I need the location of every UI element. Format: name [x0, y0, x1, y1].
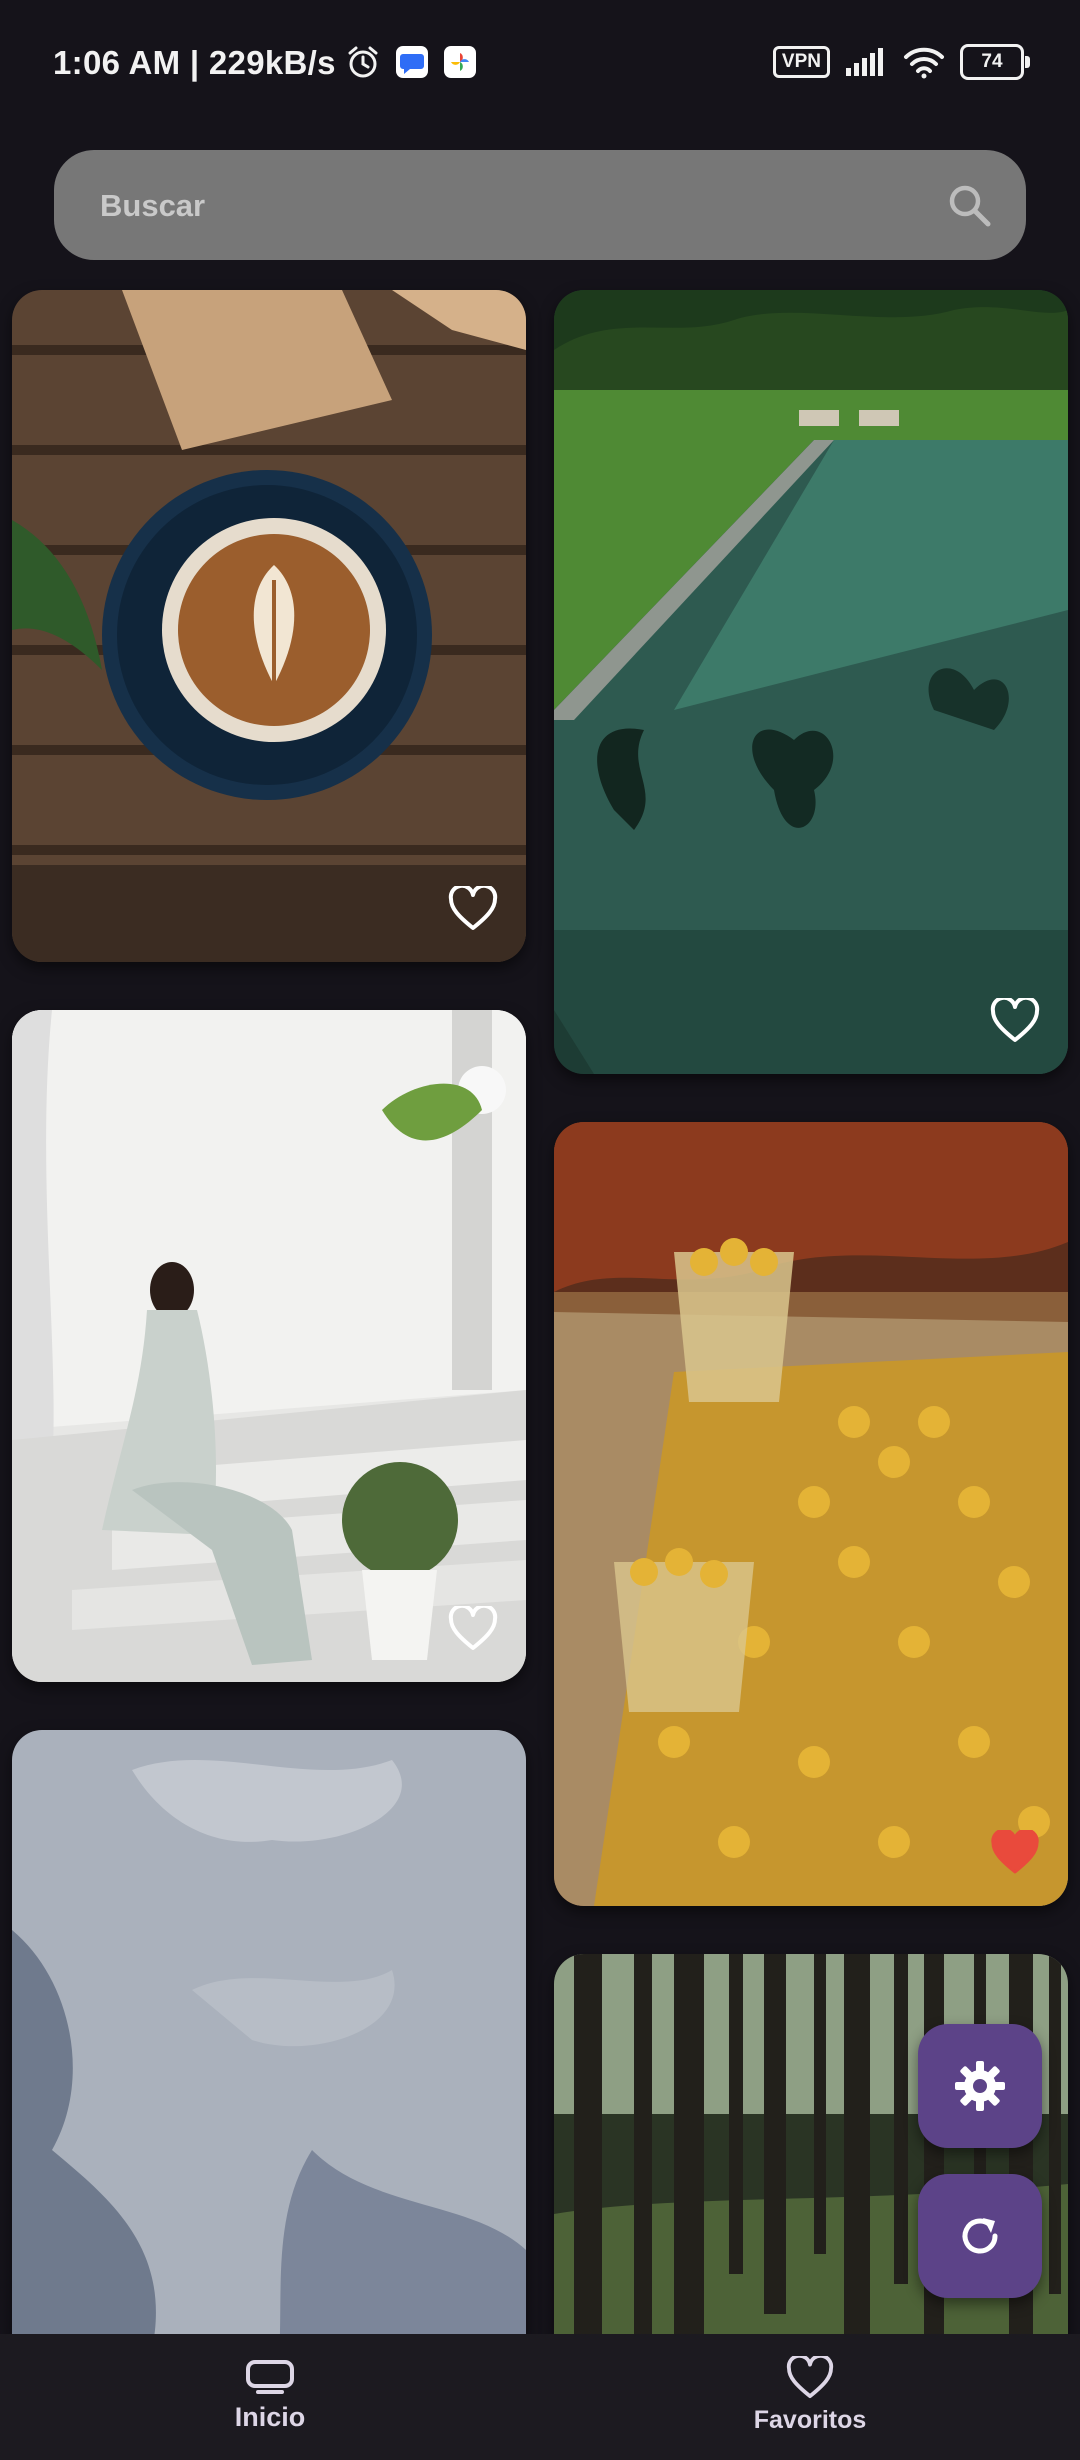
- textured-sky-photo: [12, 1730, 526, 2402]
- heart-icon: [786, 2356, 834, 2399]
- settings-button[interactable]: [918, 2024, 1042, 2148]
- messages-app-icon: [396, 46, 428, 78]
- nav-item-favoritos[interactable]: Favoritos: [710, 2356, 910, 2435]
- favorite-heart-icon[interactable]: [990, 998, 1040, 1044]
- refresh-button[interactable]: [918, 2174, 1042, 2298]
- bottom-navigation: Inicio Favoritos: [0, 2334, 1080, 2460]
- image-card-coffee[interactable]: [12, 290, 526, 962]
- pool-photo: [554, 290, 1068, 1074]
- status-system-icons: VPN 74: [772, 44, 1030, 80]
- wifi-icon: [904, 47, 944, 79]
- favorite-heart-icon[interactable]: [448, 886, 498, 932]
- refresh-icon: [962, 2218, 998, 2254]
- image-card-peppers[interactable]: [554, 1122, 1068, 1906]
- coffee-photo: [12, 290, 526, 962]
- photos-app-icon: [444, 46, 476, 78]
- status-notification-icons: [345, 44, 477, 80]
- peppers-photo: [554, 1122, 1068, 1906]
- alarm-icon: [348, 46, 378, 78]
- nav-label-favoritos: Favoritos: [753, 2406, 867, 2434]
- nav-label-inicio: Inicio: [234, 2402, 306, 2432]
- favorite-heart-filled-icon[interactable]: [990, 1830, 1040, 1876]
- favorite-heart-icon[interactable]: [448, 1606, 498, 1652]
- woman-steps-photo: [12, 1010, 526, 1682]
- search-input[interactable]: [98, 150, 922, 262]
- image-card-woman-steps[interactable]: [12, 1010, 526, 1682]
- home-icon: [246, 2360, 294, 2394]
- image-card-pool[interactable]: [554, 290, 1068, 1074]
- nav-item-inicio[interactable]: Inicio: [170, 2356, 370, 2433]
- image-card-textured-sky[interactable]: [12, 1730, 526, 2402]
- status-bar: 1:06 AM | 229kB/s VPN 74: [0, 0, 1080, 130]
- status-time: 1:06 AM | 229kB/s: [53, 44, 336, 81]
- gear-icon: [955, 2061, 1005, 2111]
- signal-icon: [846, 48, 883, 76]
- vpn-badge: VPN: [772, 46, 830, 78]
- battery-level: 74: [981, 51, 1003, 72]
- search-icon[interactable]: [946, 182, 992, 228]
- search-bar[interactable]: [54, 150, 1026, 262]
- battery-icon: 74: [960, 44, 1030, 80]
